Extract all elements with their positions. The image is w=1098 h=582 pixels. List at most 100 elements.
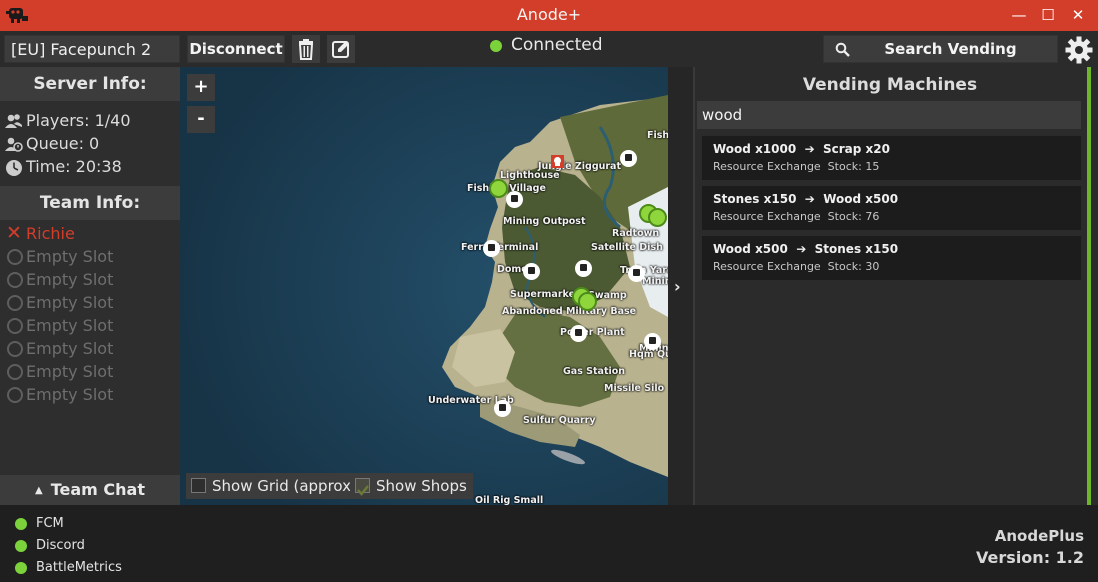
- monument-marker[interactable]: [644, 333, 661, 350]
- vending-detail: Resource Exchange Stock: 76: [713, 210, 880, 223]
- empty-slot-icon: [7, 318, 23, 334]
- service-status-fcm: FCM: [15, 514, 64, 534]
- empty-slot-icon: [7, 249, 23, 265]
- team-chat-toggle[interactable]: ▲ Team Chat: [0, 475, 180, 505]
- team-slot-label: Empty Slot: [26, 270, 114, 289]
- empty-slot-icon: [7, 295, 23, 311]
- connection-status-dot: [490, 40, 502, 52]
- team-info-header: Team Info:: [0, 186, 180, 220]
- queue-icon: [5, 137, 23, 152]
- vending-price: Scrap x20: [822, 142, 890, 156]
- edit-icon: [332, 41, 349, 58]
- team-chat-label: Team Chat: [50, 480, 145, 499]
- app-name: AnodePlus: [994, 527, 1084, 545]
- shop-marker[interactable]: [648, 208, 667, 227]
- maximize-button[interactable]: ☐: [1033, 0, 1063, 31]
- players-label: Players: 1/40: [26, 111, 131, 130]
- service-label: Discord: [36, 538, 85, 553]
- team-slot-label: Empty Slot: [26, 385, 114, 404]
- show-shops-checkbox[interactable]: [355, 478, 370, 496]
- player-death-icon: [551, 155, 564, 168]
- service-label: BattleMetrics: [36, 560, 122, 575]
- status-bar: FCM Discord BattleMetrics AnodePlus Vers…: [0, 505, 1098, 582]
- team-slot-row: Empty Slot: [0, 314, 180, 337]
- monument-marker[interactable]: [620, 150, 637, 167]
- vending-scrollbar[interactable]: [1087, 67, 1091, 505]
- dead-status-icon: ✕: [6, 222, 22, 244]
- team-member-row[interactable]: ✕ Richie: [0, 222, 180, 245]
- show-grid-toggle[interactable]: Show Grid (approx): [186, 473, 363, 499]
- app-window: Anode+ — ☐ ✕ [EU] Facepunch 2 Disconnect…: [0, 0, 1098, 582]
- players-icon: [5, 114, 22, 128]
- service-label: FCM: [36, 516, 64, 531]
- minimize-button[interactable]: —: [1004, 0, 1034, 31]
- team-slot-row: Empty Slot: [0, 383, 180, 406]
- empty-slot-icon: [7, 272, 23, 288]
- status-dot-icon: [15, 540, 27, 552]
- vending-price: Stones x150: [814, 242, 899, 256]
- checkmark-icon: [357, 485, 369, 496]
- map-label: Abandoned Military Base: [502, 306, 637, 317]
- monument-marker[interactable]: [575, 260, 592, 277]
- status-dot-icon: [15, 562, 27, 574]
- map-label: Sulfur Quarry: [523, 415, 596, 426]
- map-label: Lighthouse: [500, 170, 560, 181]
- monument-marker[interactable]: [570, 325, 587, 342]
- monument-marker[interactable]: [628, 265, 645, 282]
- show-grid-label: Show Grid (approx): [212, 477, 357, 495]
- map-view[interactable]: Fishi Jungle Ziggurat Lighthouse Fishing…: [180, 67, 668, 505]
- show-grid-checkbox[interactable]: [191, 478, 206, 493]
- server-name-field[interactable]: [EU] Facepunch 2: [4, 35, 180, 63]
- disconnect-button[interactable]: Disconnect: [187, 35, 285, 63]
- title-bar: Anode+ — ☐ ✕: [0, 0, 1098, 31]
- zoom-out-button[interactable]: -: [187, 106, 215, 133]
- map-label: Fishi: [647, 130, 668, 141]
- empty-slot-icon: [7, 364, 23, 380]
- zoom-in-button[interactable]: +: [187, 74, 215, 101]
- monument-marker[interactable]: [494, 400, 511, 417]
- team-slot-row: Empty Slot: [0, 360, 180, 383]
- app-version: Version: 1.2: [976, 548, 1084, 567]
- delete-server-button[interactable]: [292, 35, 320, 63]
- empty-slot-icon: [7, 341, 23, 357]
- clock-icon: [6, 160, 22, 176]
- vending-item[interactable]: Wood x500 ➔ Stones x150 Resource Exchang…: [702, 236, 1081, 280]
- shop-marker[interactable]: [489, 179, 508, 198]
- arrow-right-icon: ➔: [804, 192, 815, 206]
- gear-icon[interactable]: [1064, 35, 1094, 65]
- map-label: Oil Rig Small: [475, 495, 544, 505]
- vending-search-input[interactable]: wood: [697, 101, 1081, 129]
- team-slot-label: Empty Slot: [26, 339, 114, 358]
- monument-marker[interactable]: [523, 263, 540, 280]
- vending-trade: Wood x500 ➔ Stones x150: [713, 242, 898, 256]
- panel-collapse-strip[interactable]: ›: [668, 67, 693, 505]
- team-slot-label: Empty Slot: [26, 362, 114, 381]
- left-panel: Server Info: Players: 1/40 Queue: 0 Time…: [0, 67, 180, 505]
- service-status-discord: Discord: [15, 536, 85, 556]
- vending-item[interactable]: Stones x150 ➔ Wood x500 Resource Exchang…: [702, 186, 1081, 230]
- map-label: Mining Outpost: [503, 216, 586, 227]
- show-shops-label: Show Shops: [376, 477, 467, 495]
- vending-offer: Stones x150: [713, 192, 797, 206]
- vending-offer: Wood x500: [713, 242, 788, 256]
- team-slot-label: Empty Slot: [26, 293, 114, 312]
- chevron-up-icon: ▲: [35, 485, 43, 496]
- island-terrain: [180, 67, 668, 505]
- monument-marker[interactable]: [506, 191, 523, 208]
- vending-item[interactable]: Wood x1000 ➔ Scrap x20 Resource Exchange…: [702, 136, 1081, 180]
- close-button[interactable]: ✕: [1063, 0, 1093, 31]
- show-shops-toggle[interactable]: Show Shops: [350, 473, 473, 499]
- vending-offer: Wood x1000: [713, 142, 797, 156]
- trash-icon: [298, 39, 314, 60]
- search-vending-machines-button[interactable]: Search Vending Machines: [823, 35, 1058, 85]
- queue-row: Queue: 0: [0, 132, 180, 155]
- chevron-right-icon[interactable]: ›: [674, 277, 681, 296]
- map-label: Hqm Qu: [629, 349, 668, 360]
- server-info-header: Server Info:: [0, 67, 180, 101]
- shop-marker[interactable]: [578, 292, 597, 311]
- arrow-right-icon: ➔: [804, 142, 815, 156]
- edit-server-button[interactable]: [327, 35, 355, 63]
- monument-marker[interactable]: [483, 240, 500, 257]
- map-label: Radtown: [612, 228, 660, 239]
- status-dot-icon: [15, 518, 27, 530]
